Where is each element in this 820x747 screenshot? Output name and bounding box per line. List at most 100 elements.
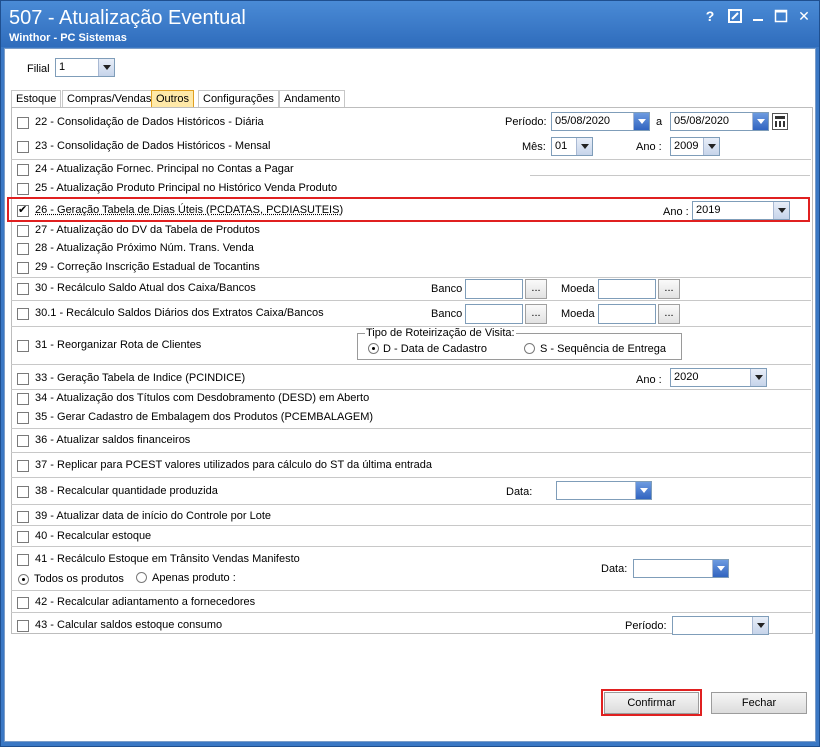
maximize-icon[interactable]: [772, 7, 790, 25]
banco-lookup-30-1[interactable]: ...: [525, 304, 547, 324]
moeda-lookup-30[interactable]: ...: [658, 279, 680, 299]
ano-select-33[interactable]: 2020: [670, 368, 767, 387]
data-label-41: Data:: [601, 563, 628, 575]
divider: [11, 300, 811, 301]
label-30: 30 - Recálculo Saldo Atual dos Caixa/Ban…: [35, 282, 256, 294]
label-29: 29 - Correção Inscrição Estadual de Toca…: [35, 261, 260, 273]
periodo-label-43: Período:: [625, 620, 667, 632]
ano-select-23[interactable]: 2009: [670, 137, 720, 156]
calendar-icon[interactable]: [772, 113, 788, 130]
help-icon[interactable]: ?: [701, 7, 719, 25]
divider: [11, 159, 811, 160]
chevron-down-icon: [635, 482, 651, 499]
label-22: 22 - Consolidação de Dados Históricos - …: [35, 116, 264, 128]
checkbox-36[interactable]: [17, 435, 29, 447]
tab-andamento[interactable]: Andamento: [279, 90, 346, 107]
divider: [11, 590, 811, 591]
label-40: 40 - Recalcular estoque: [35, 530, 152, 542]
banco-label-30-1: Banco: [431, 308, 463, 320]
date-to-picker[interactable]: 05/08/2020: [670, 112, 769, 131]
chevron-down-icon: [773, 202, 789, 219]
tab-outros[interactable]: Outros: [151, 90, 195, 107]
checkbox-23[interactable]: [17, 141, 29, 153]
checkbox-35[interactable]: [17, 412, 29, 424]
checkbox-22[interactable]: [17, 117, 29, 129]
label-31: 31 - Reorganizar Rota de Clientes: [35, 339, 202, 351]
fechar-label: Fechar: [741, 697, 777, 709]
chevron-down-icon: [752, 113, 768, 130]
label-33: 33 - Geração Tabela de Indice (PCINDICE): [35, 372, 246, 384]
checkbox-27[interactable]: [17, 225, 29, 237]
checkbox-42[interactable]: [17, 597, 29, 609]
radio-apenas-produto-label: Apenas produto :: [152, 572, 236, 584]
data-label-38: Data:: [506, 486, 533, 498]
moeda-label-30: Moeda: [561, 283, 595, 295]
divider: [530, 175, 810, 176]
checkbox-38[interactable]: [17, 486, 29, 498]
ano-select-26[interactable]: 2019: [692, 201, 790, 220]
checkbox-33[interactable]: [17, 373, 29, 385]
ano-label-23: Ano :: [636, 141, 662, 153]
banco-input-30-1[interactable]: [465, 304, 523, 324]
moeda-input-30-1[interactable]: [598, 304, 656, 324]
moeda-lookup-30-1[interactable]: ...: [658, 304, 680, 324]
confirmar-button[interactable]: Confirmar: [604, 692, 699, 714]
label-42: 42 - Recalcular adiantamento a fornecedo…: [35, 596, 256, 608]
edit-icon[interactable]: [726, 7, 744, 25]
checkbox-26[interactable]: [17, 203, 29, 217]
checkbox-41[interactable]: [17, 554, 29, 566]
checkbox-40[interactable]: [17, 531, 29, 543]
radio-data-cadastro-label: D - Data de Cadastro: [383, 343, 487, 355]
periodo-select-43[interactable]: [672, 616, 769, 635]
filial-select[interactable]: 1: [55, 58, 115, 77]
checkbox-30-1[interactable]: [17, 308, 29, 320]
checkbox-43[interactable]: [17, 620, 29, 632]
periodo-label: Período:: [505, 116, 547, 128]
banco-input-30[interactable]: [465, 279, 523, 299]
tab-configuracoes[interactable]: Configurações: [198, 90, 279, 107]
checkbox-29[interactable]: [17, 262, 29, 274]
fechar-button[interactable]: Fechar: [711, 692, 807, 714]
moeda-label-30-1: Moeda: [561, 308, 595, 320]
window-title: 507 - Atualização Eventual: [9, 7, 246, 29]
radio-apenas-produto[interactable]: [136, 572, 147, 583]
banco-lookup-30[interactable]: ...: [525, 279, 547, 299]
label-35: 35 - Gerar Cadastro de Embalagem dos Pro…: [35, 411, 374, 423]
filial-label: Filial: [27, 63, 50, 75]
label-34: 34 - Atualização dos Títulos com Desdobr…: [35, 392, 370, 404]
checkbox-30[interactable]: [17, 283, 29, 295]
date-from-picker[interactable]: 05/08/2020: [551, 112, 650, 131]
data-picker-38[interactable]: [556, 481, 652, 500]
label-24: 24 - Atualização Fornec. Principal no Co…: [35, 163, 294, 175]
data-picker-41[interactable]: [633, 559, 729, 578]
checkbox-25[interactable]: [17, 183, 29, 195]
checkbox-31[interactable]: [17, 340, 29, 352]
label-37: 37 - Replicar para PCEST valores utiliza…: [35, 459, 433, 471]
checkbox-24[interactable]: [17, 164, 29, 176]
close-icon[interactable]: ✕: [795, 7, 813, 25]
tab-compras-vendas[interactable]: Compras/Vendas: [62, 90, 157, 107]
filial-value: 1: [59, 61, 66, 73]
ano-label-33: Ano :: [636, 374, 662, 386]
checkbox-37[interactable]: [17, 460, 29, 472]
date-to-value: 05/08/2020: [674, 115, 730, 127]
mes-label: Mês:: [522, 141, 546, 153]
mes-value: 01: [555, 140, 568, 152]
checkbox-34[interactable]: [17, 393, 29, 405]
label-23: 23 - Consolidação de Dados Históricos - …: [35, 140, 271, 152]
tab-estoque[interactable]: Estoque: [11, 90, 62, 107]
divider: [11, 452, 811, 453]
ano-value-33: 2020: [674, 371, 699, 383]
radio-todos-produtos-label: Todos os produtos: [34, 573, 124, 585]
mes-select[interactable]: 01: [551, 137, 593, 156]
radio-todos-produtos[interactable]: [18, 574, 29, 585]
confirmar-label: Confirmar: [627, 697, 676, 709]
moeda-input-30[interactable]: [598, 279, 656, 299]
radio-sequencia-entrega[interactable]: [524, 343, 535, 354]
checkbox-39[interactable]: [17, 511, 29, 523]
checkbox-28[interactable]: [17, 243, 29, 255]
title-bar[interactable]: 507 - Atualização Eventual Winthor - PC …: [1, 1, 819, 47]
radio-data-cadastro[interactable]: [368, 343, 379, 354]
minimize-icon[interactable]: [749, 7, 767, 25]
divider: [11, 428, 811, 429]
